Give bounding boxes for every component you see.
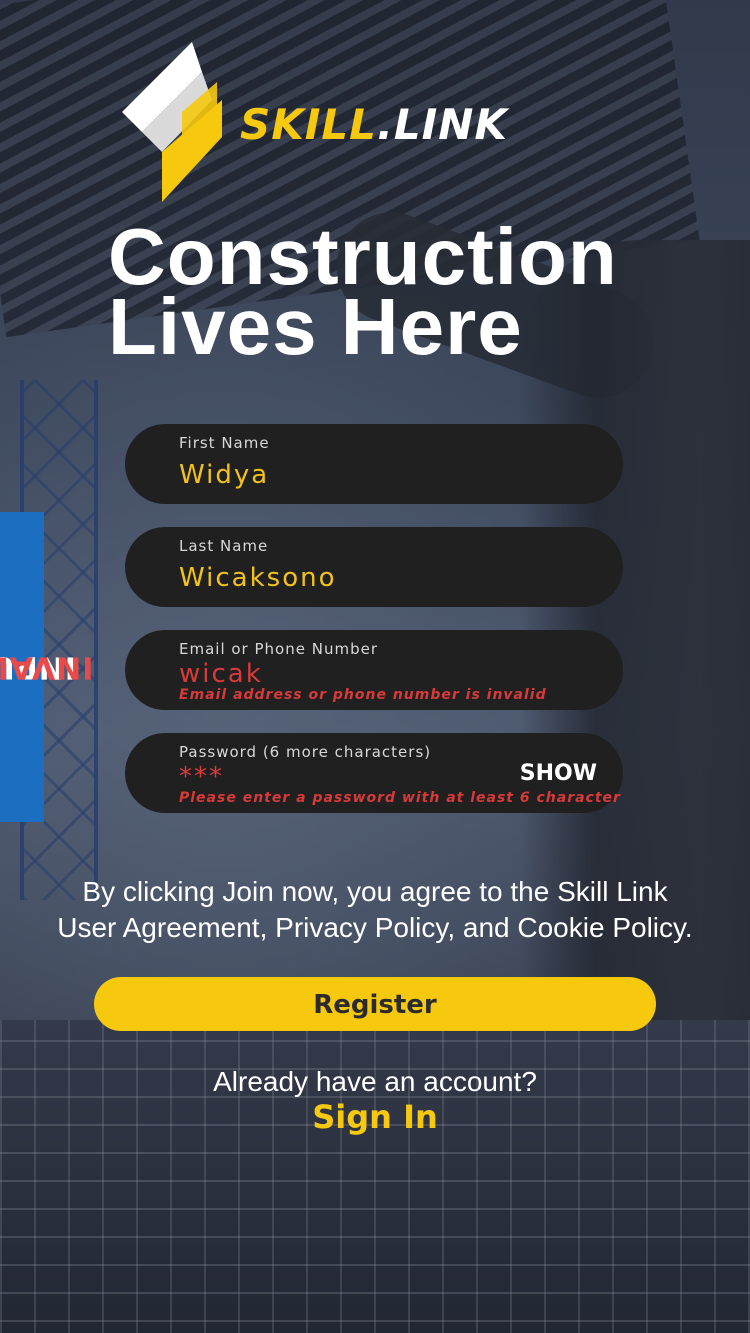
- page-headline: Construction Lives Here: [108, 217, 728, 371]
- skill-link-logo-icon: [122, 42, 222, 202]
- last-name-value[interactable]: Wicaksono: [179, 563, 623, 593]
- brand-logo: SKILL.LINK: [122, 42, 572, 207]
- first-name-label: First Name: [179, 434, 270, 452]
- terms-line-1: By clicking Join now, you agree to the S…: [82, 876, 668, 907]
- email-value[interactable]: wicak: [179, 659, 623, 689]
- first-name-field[interactable]: First Name Widya: [125, 424, 623, 504]
- side-tab-word-2: INVALID: [0, 649, 94, 685]
- terms-line-2: User Agreement, Privacy Policy, and Cook…: [57, 912, 693, 943]
- register-button[interactable]: Register: [94, 977, 656, 1031]
- already-have-account-text: Already have an account?: [213, 1066, 537, 1097]
- email-label: Email or Phone Number: [179, 640, 378, 658]
- headline-line-2: Lives Here: [108, 282, 523, 371]
- terms-text: By clicking Join now, you agree to the S…: [30, 874, 720, 946]
- sign-in-link[interactable]: Sign In: [0, 1098, 750, 1136]
- password-field[interactable]: Password (6 more characters) *** Please …: [125, 733, 623, 813]
- password-label: Password (6 more characters): [179, 743, 432, 761]
- password-error-message: Please enter a password with at least 6 …: [179, 790, 621, 806]
- logo-wordmark: SKILL.LINK: [240, 100, 508, 149]
- input-invalid-tab[interactable]: INPUT INVALID: [0, 512, 93, 822]
- last-name-field[interactable]: Last Name Wicaksono: [125, 527, 623, 607]
- show-password-button[interactable]: SHOW: [520, 761, 597, 786]
- email-error-message: Email address or phone number is invalid: [179, 687, 547, 703]
- first-name-value[interactable]: Widya: [179, 460, 623, 490]
- email-field[interactable]: Email or Phone Number wicak Email addres…: [125, 630, 623, 710]
- last-name-label: Last Name: [179, 537, 269, 555]
